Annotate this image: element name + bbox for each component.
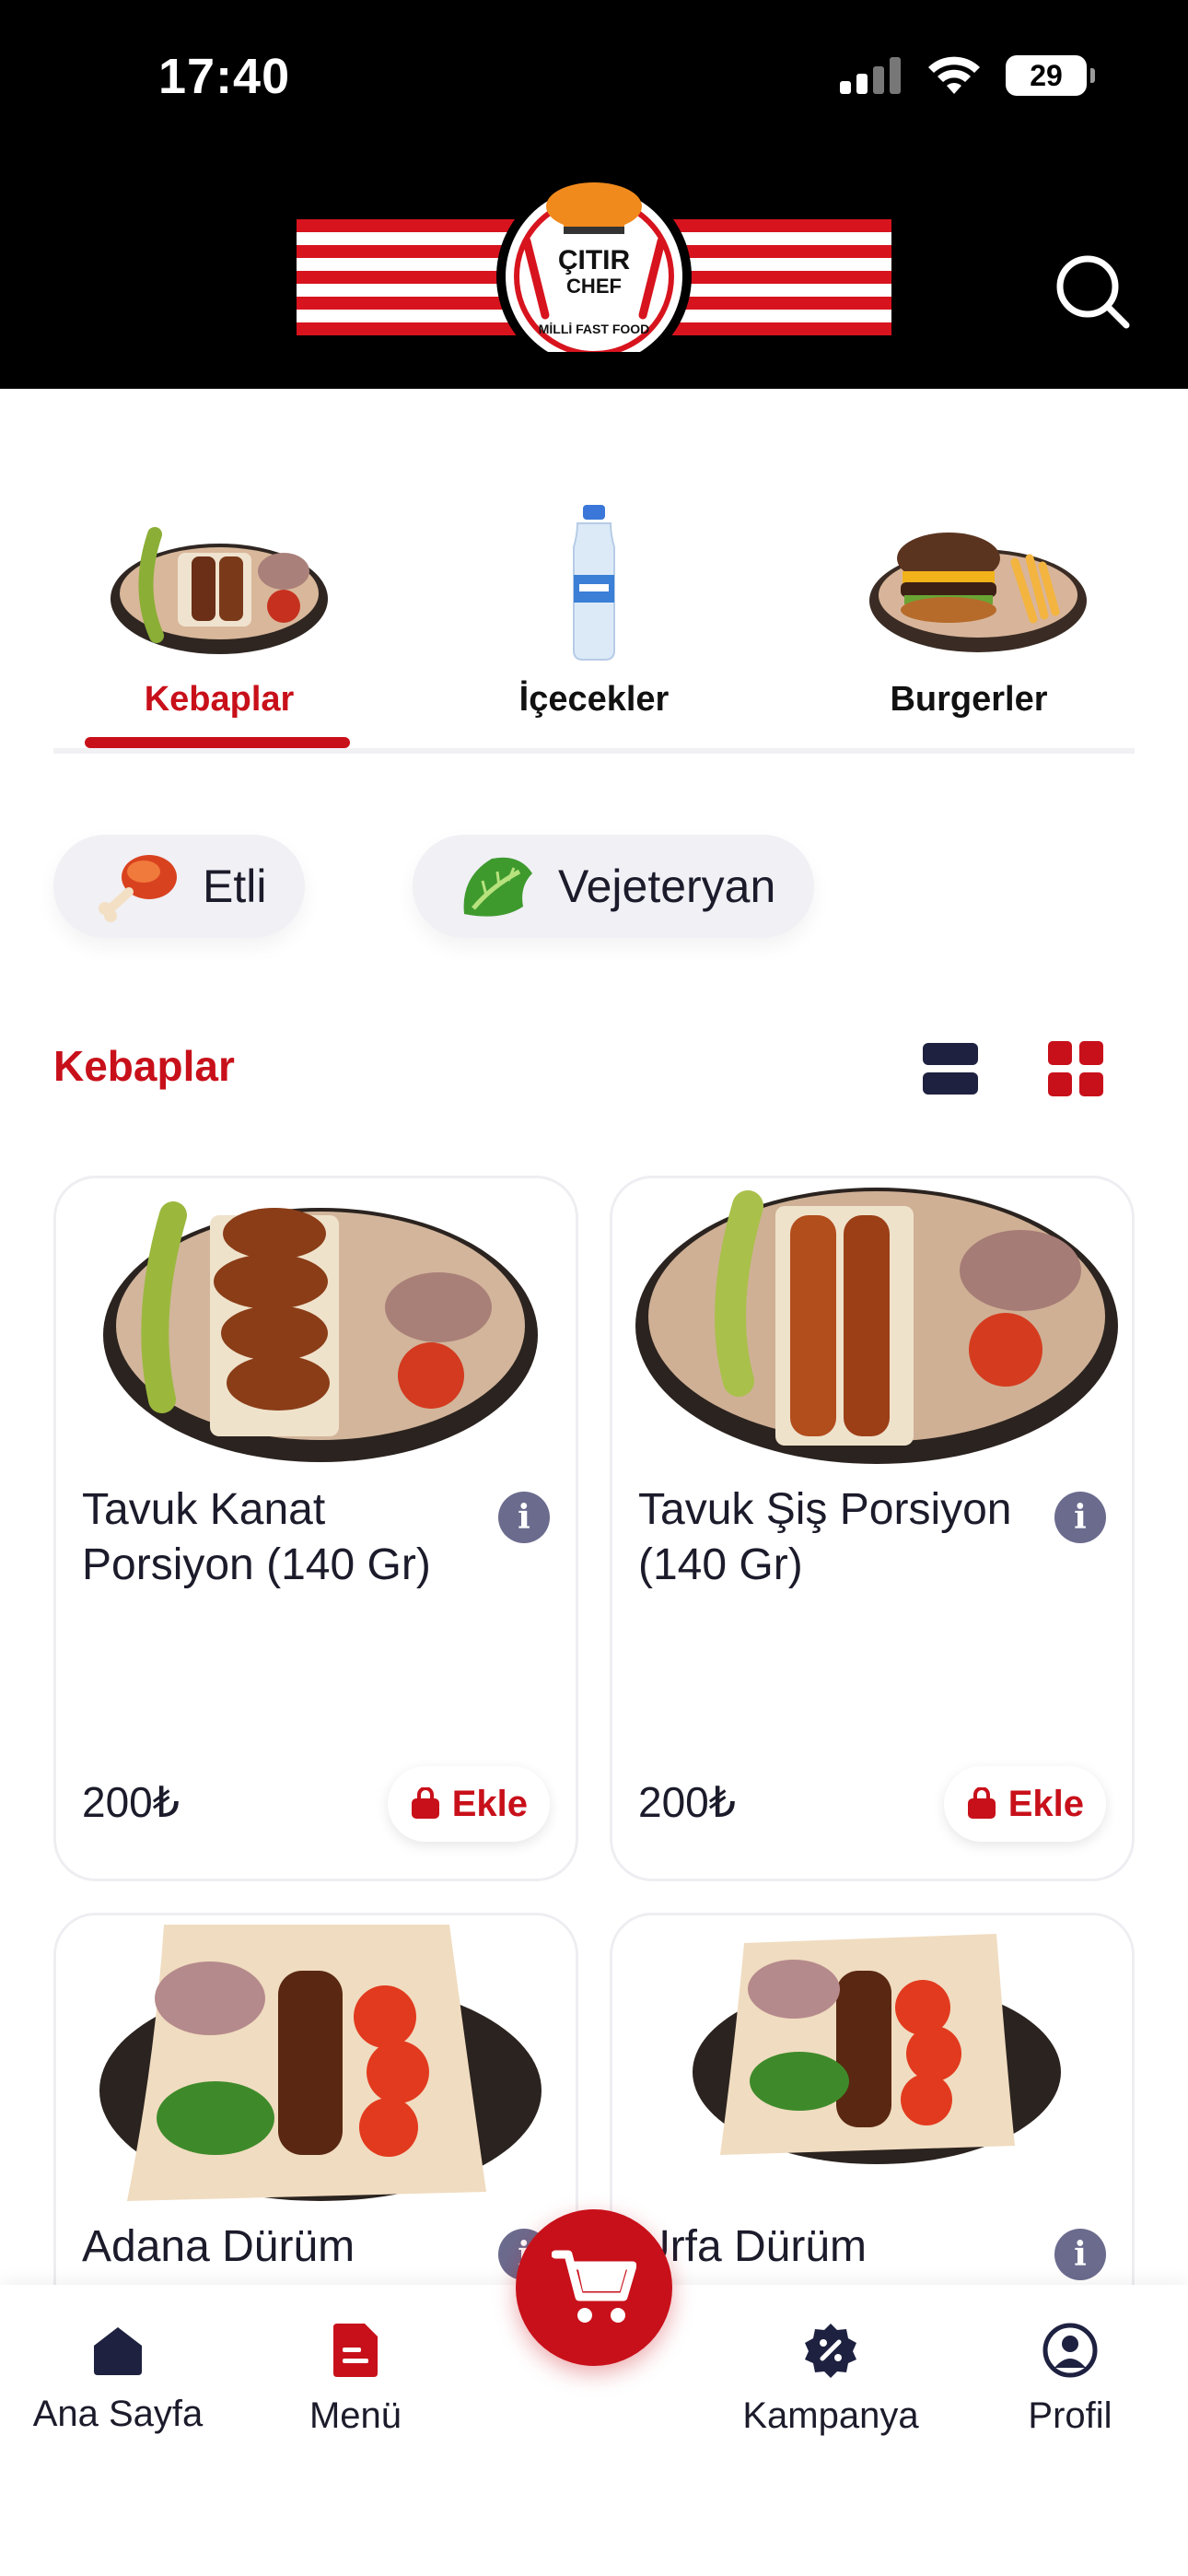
product-price: 200₺ [82, 1778, 181, 1826]
signal-icon [840, 57, 901, 94]
app-header: 17:40 29 ÇITIR CHEF MİLLİ FAST FOOD [0, 0, 1188, 389]
shopping-bag-icon [411, 1787, 439, 1819]
tab-label-icecekler: İçecekler [518, 680, 670, 719]
status-indicators: 29 [840, 55, 1095, 96]
info-icon[interactable]: i [1054, 1492, 1106, 1543]
tab-kebaplar[interactable]: Kebaplar [81, 479, 357, 755]
product-name: Urfa Dürüm [638, 2222, 868, 2271]
add-to-cart-button[interactable]: Ekle [943, 1766, 1106, 1842]
burger-plate-image [869, 533, 1087, 652]
product-card[interactable]: Tavuk Şiş Porsiyon (140 Gr) i 200₺ Ekle [610, 1176, 1135, 1881]
search-icon [1056, 255, 1130, 329]
product-price: 200₺ [638, 1778, 737, 1826]
filter-chip-etli[interactable]: Etli [53, 835, 306, 938]
add-to-cart-button[interactable]: Ekle [387, 1766, 550, 1842]
tab-burgerler[interactable]: Burgerler [831, 479, 1107, 755]
nav-label-profil: Profil [1028, 2395, 1112, 2436]
nav-label-menu: Menü [309, 2395, 402, 2436]
filter-label-vejeteryan: Vejeteryan [558, 861, 776, 912]
section-title: Kebaplar [53, 1042, 235, 1090]
info-icon[interactable]: i [1054, 2229, 1106, 2280]
nav-label-ana-sayfa: Ana Sayfa [32, 2394, 204, 2434]
tab-label-kebaplar: Kebaplar [144, 680, 295, 719]
product-name: Tavuk Şiş Porsiyon (140 Gr) [638, 1485, 1012, 1589]
svg-text:CHEF: CHEF [566, 275, 622, 298]
search-button[interactable] [1052, 251, 1133, 332]
home-icon [94, 2327, 142, 2375]
grid-view-button[interactable] [1048, 1041, 1103, 1096]
shopping-cart-icon [552, 2250, 636, 2323]
water-bottle-image [573, 505, 615, 661]
kebab-plate-image [111, 527, 328, 654]
shopping-bag-icon [967, 1787, 996, 1819]
lettuce-icon [463, 857, 532, 917]
list-view-button[interactable] [923, 1041, 978, 1096]
product-image-tavuk-kanat [56, 1178, 576, 1482]
tab-label-burgerler: Burgerler [890, 680, 1048, 719]
menu-icon [333, 2324, 378, 2377]
nav-item-kampanya[interactable]: Kampanya [720, 2322, 941, 2437]
tab-icecekler[interactable]: İçecekler [456, 479, 732, 755]
product-name: Adana Dürüm [82, 2222, 355, 2271]
tabs-divider [53, 748, 1135, 754]
nav-item-profil[interactable]: Profil [960, 2322, 1181, 2437]
add-to-cart-label: Ekle [451, 1783, 528, 1824]
nav-label-kampanya: Kampanya [742, 2395, 919, 2436]
info-icon[interactable]: i [498, 1492, 550, 1543]
category-tabs: Kebaplar İçecekler Burgerler [53, 479, 1135, 755]
grid-view-icon [1048, 1041, 1103, 1096]
product-image-urfa-durum [612, 1915, 1132, 2219]
wifi-icon [928, 56, 980, 94]
nav-item-menu[interactable]: Menü [245, 2322, 466, 2437]
add-to-cart-label: Ekle [1007, 1783, 1084, 1824]
svg-text:ÇITIR: ÇITIR [558, 245, 631, 275]
battery-indicator: 29 [1006, 55, 1095, 96]
svg-text:MİLLİ FAST FOOD: MİLLİ FAST FOOD [539, 322, 650, 336]
product-image-adana-durum [56, 1915, 576, 2219]
profile-icon [1042, 2323, 1098, 2378]
filter-chip-vejeteryan[interactable]: Vejeteryan [413, 835, 815, 938]
list-view-icon [923, 1043, 978, 1095]
discount-icon [805, 2324, 856, 2378]
cart-button[interactable] [516, 2209, 672, 2366]
drumstick-icon [99, 855, 177, 922]
product-card[interactable]: Tavuk Kanat Porsiyon (140 Gr) i 200₺ Ekl… [53, 1176, 578, 1881]
product-name: Tavuk Kanat Porsiyon (140 Gr) [82, 1485, 431, 1589]
status-time: 17:40 [158, 49, 291, 104]
active-tab-indicator [85, 737, 350, 748]
brand-logo: ÇITIR CHEF MİLLİ FAST FOOD [297, 179, 891, 352]
nav-item-ana-sayfa[interactable]: Ana Sayfa [7, 2322, 228, 2435]
filter-label-etli: Etli [203, 861, 267, 912]
product-image-tavuk-sis [612, 1178, 1132, 1482]
